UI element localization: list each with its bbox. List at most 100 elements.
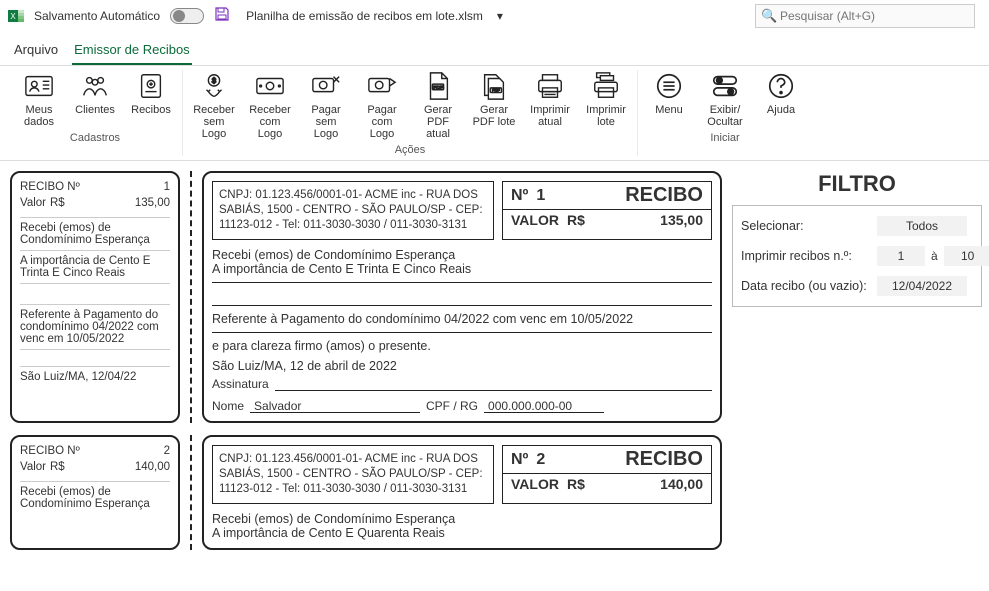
ribbon-label: Pagar sem Logo xyxy=(303,104,349,140)
ribbon-ajuda[interactable]: Ajuda xyxy=(758,70,804,128)
ribbon-label: Receber com Logo xyxy=(247,104,293,140)
ribbon-group-label: Cadastros xyxy=(70,132,120,144)
ribbon-exibir-ocultar[interactable]: Exibir/ Ocultar xyxy=(702,70,748,128)
filter-selecionar-value[interactable]: Todos xyxy=(877,216,967,236)
nome-label: Nome xyxy=(212,399,244,413)
receipt-stub: RECIBO Nº 2 Valor R$ 140,00 Recebi (emos) d… xyxy=(10,435,180,550)
help-icon xyxy=(765,70,797,102)
stub-referente: Referente à Pagamento do condomínimo 04/… xyxy=(20,309,170,345)
stub-local-data: São Luiz/MA, 12/04/22 xyxy=(20,371,170,383)
pdf-files-icon: PDF xyxy=(478,70,510,102)
ribbon-label: Recibos xyxy=(131,104,171,116)
ribbon-group-label: Iniciar xyxy=(710,132,739,144)
filename-label[interactable]: Planilha de emissão de recibos em lote.x… xyxy=(246,9,483,23)
ribbon-imprimir-lote[interactable]: Imprimir lote xyxy=(583,70,629,140)
filename-dropdown-icon[interactable]: ▾ xyxy=(497,9,503,23)
recibo-word: RECIBO xyxy=(553,184,703,207)
tab-emissor[interactable]: Emissor de Recibos xyxy=(72,38,192,65)
receipt-line: e para clareza firmo (amos) o presente. xyxy=(212,339,712,353)
toggle-icon xyxy=(709,70,741,102)
filter-imprimir-to[interactable]: 10 xyxy=(944,246,989,266)
filter-imprimir-from[interactable]: 1 xyxy=(877,246,925,266)
svg-text:X: X xyxy=(10,12,16,21)
search-icon: 🔍 xyxy=(761,8,777,24)
ribbon-meus-dados[interactable]: Meus dados xyxy=(16,70,62,128)
ribbon-pagar-com-logo[interactable]: Pagar com Logo xyxy=(359,70,405,140)
stub-moeda: R$ xyxy=(50,461,65,473)
receipt-line: A importância de Cento E Quarenta Reais xyxy=(212,526,712,540)
filter-title: FILTRO xyxy=(732,171,982,197)
stub-moeda: R$ xyxy=(50,197,65,209)
stub-valor: 140,00 xyxy=(135,461,170,473)
ribbon-pdf-atual[interactable]: PDF Gerar PDF atual xyxy=(415,70,461,140)
ribbon-recibos[interactable]: Recibos xyxy=(128,70,174,128)
ribbon-receber-com-logo[interactable]: Receber com Logo xyxy=(247,70,293,140)
menu-circle-icon xyxy=(653,70,685,102)
filter-panel: Selecionar: Todos Imprimir recibos n.º: … xyxy=(732,205,982,307)
valor: 140,00 xyxy=(660,476,703,492)
ribbon-receber-sem-logo[interactable]: $ Receber sem Logo xyxy=(191,70,237,140)
company-info: CNPJ: 01.123.456/0001-01- ACME inc - RUA… xyxy=(212,445,494,504)
receipt-line: A importância de Cento E Trinta E Cinco … xyxy=(212,262,712,276)
ribbon-label: Gerar PDF lote xyxy=(471,104,517,128)
stub-recebi: Recebi (emos) de Condomínimo Esperança xyxy=(20,486,170,510)
receipt-main: CNPJ: 01.123.456/0001-01- ACME inc - RUA… xyxy=(202,171,722,423)
filter-imprimir-label: Imprimir recibos n.º: xyxy=(741,249,871,263)
filter-data-value[interactable]: 12/04/2022 xyxy=(877,276,967,296)
filter-selecionar-label: Selecionar: xyxy=(741,219,871,233)
valor-label: VALOR xyxy=(511,476,559,492)
valor-label: VALOR xyxy=(511,212,559,228)
cpfrg-label: CPF / RG xyxy=(426,399,478,413)
stub-num: 2 xyxy=(164,445,170,457)
receipt-local-data: São Luiz/MA, 12 de abril de 2022 xyxy=(212,359,712,373)
money-in-icon: $ xyxy=(198,70,230,102)
receipt-stub: RECIBO Nº1 ValorR$135,00 Recebi (emos) d… xyxy=(10,171,180,423)
ribbon-pagar-sem-logo[interactable]: Pagar sem Logo xyxy=(303,70,349,140)
num-label: Nº xyxy=(511,187,528,205)
ribbon-label: Gerar PDF atual xyxy=(415,104,461,140)
ribbon-label: Meus dados xyxy=(16,104,62,128)
autosave-toggle[interactable] xyxy=(170,8,204,24)
moeda: R$ xyxy=(567,476,585,492)
search-input[interactable] xyxy=(755,4,975,28)
stub-importancia: A importância de Cento E Trinta E Cinco … xyxy=(20,255,170,279)
stub-num: 1 xyxy=(164,181,170,193)
stub-recibo-label: RECIBO Nº xyxy=(20,445,80,457)
stub-valor: 135,00 xyxy=(135,197,170,209)
stub-recebi: Recebi (emos) de Condomínimo Esperança xyxy=(20,222,170,246)
ribbon-label: Clientes xyxy=(75,104,115,116)
ribbon-label: Imprimir lote xyxy=(583,104,629,128)
num-label: Nº xyxy=(511,451,528,469)
ribbon-label: Ajuda xyxy=(767,104,795,116)
nome-value: Salvador xyxy=(250,399,420,413)
ribbon-label: Exibir/ Ocultar xyxy=(702,104,748,128)
money-bill-icon xyxy=(254,70,286,102)
user-card-icon xyxy=(23,70,55,102)
filter-data-label: Data recibo (ou vazio): xyxy=(741,279,871,293)
receipt-main: CNPJ: 01.123.456/0001-01- ACME inc - RUA… xyxy=(202,435,722,550)
autosave-label: Salvamento Automático xyxy=(34,9,160,23)
stub-valor-label: Valor xyxy=(20,461,46,473)
num-value: 1 xyxy=(536,187,545,205)
assinatura-label: Assinatura xyxy=(212,377,269,391)
excel-icon: X xyxy=(8,8,24,24)
ribbon-group-label: Ações xyxy=(395,144,426,156)
ribbon-clientes[interactable]: Clientes xyxy=(72,70,118,128)
save-icon[interactable] xyxy=(214,6,230,27)
receipt-line: Referente à Pagamento do condomínimo 04/… xyxy=(212,312,712,326)
num-value: 2 xyxy=(536,451,545,469)
money-arrow-icon xyxy=(366,70,398,102)
money-out-icon xyxy=(310,70,342,102)
ribbon-label: Pagar com Logo xyxy=(359,104,405,140)
pdf-file-icon: PDF xyxy=(422,70,454,102)
tab-arquivo[interactable]: Arquivo xyxy=(12,38,60,65)
ribbon-menu[interactable]: Menu xyxy=(646,70,692,128)
ribbon-label: Imprimir atual xyxy=(527,104,573,128)
ribbon-imprimir-atual[interactable]: Imprimir atual xyxy=(527,70,573,140)
svg-text:$: $ xyxy=(212,76,217,85)
cpfrg-value: 000.000.000-00 xyxy=(484,399,604,413)
ribbon-pdf-lote[interactable]: PDF Gerar PDF lote xyxy=(471,70,517,140)
users-icon xyxy=(79,70,111,102)
printer-batch-icon xyxy=(590,70,622,102)
moeda: R$ xyxy=(567,212,585,228)
